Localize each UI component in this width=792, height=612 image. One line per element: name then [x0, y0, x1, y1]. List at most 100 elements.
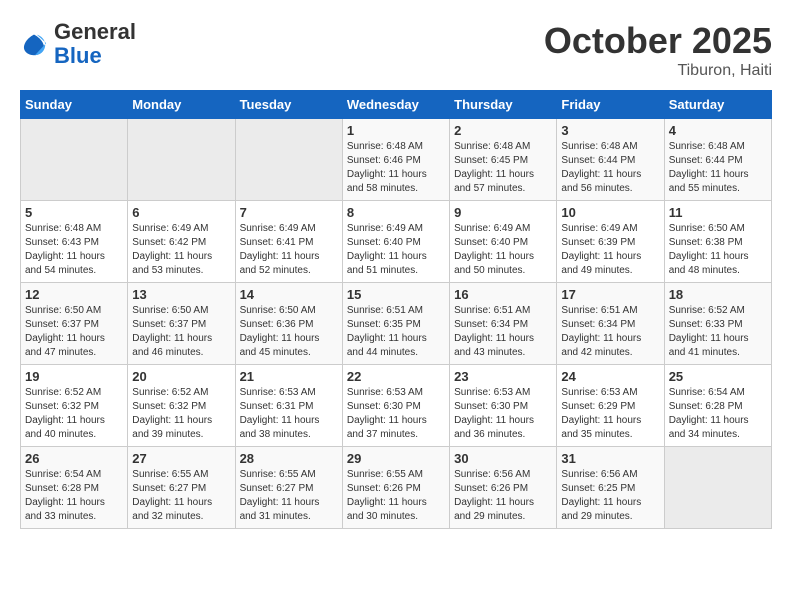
day-info: Sunrise: 6:53 AM Sunset: 6:29 PM Dayligh… [561, 386, 659, 442]
day-info: Sunrise: 6:55 AM Sunset: 6:27 PM Dayligh… [240, 468, 338, 524]
day-info: Sunrise: 6:51 AM Sunset: 6:34 PM Dayligh… [561, 304, 659, 360]
day-number: 17 [561, 287, 659, 302]
day-info: Sunrise: 6:50 AM Sunset: 6:36 PM Dayligh… [240, 304, 338, 360]
day-number: 28 [240, 451, 338, 466]
day-number: 30 [454, 451, 552, 466]
calendar-cell: 3Sunrise: 6:48 AM Sunset: 6:44 PM Daylig… [557, 119, 664, 201]
day-number: 8 [347, 205, 445, 220]
calendar-week-row: 5 Sunrise: 6:48 AM Sunset: 6:43 PM Daylig… [21, 201, 772, 283]
day-number: 23 [454, 369, 552, 384]
day-number: 13 [132, 287, 230, 302]
calendar-cell: 16 Sunrise: 6:51 AM Sunset: 6:34 PM Dayli… [450, 283, 557, 365]
day-info: Sunrise: 6:50 AM Sunset: 6:37 PM Dayligh… [25, 304, 123, 360]
calendar-cell: 17 Sunrise: 6:51 AM Sunset: 6:34 PM Dayli… [557, 283, 664, 365]
day-number: 22 [347, 369, 445, 384]
day-info: Sunrise: 6:54 AM Sunset: 6:28 PM Dayligh… [25, 468, 123, 524]
day-info: Sunrise: 6:51 AM Sunset: 6:34 PM Dayligh… [454, 304, 552, 360]
page-header: General Blue October 2025 Tiburon, Haiti [20, 20, 772, 80]
day-number: 11 [669, 205, 767, 220]
calendar-cell [235, 119, 342, 201]
calendar-cell: 13 Sunrise: 6:50 AM Sunset: 6:37 PM Dayli… [128, 283, 235, 365]
day-info: Sunrise: 6:49 AM Sunset: 6:41 PM Dayligh… [240, 222, 338, 278]
day-number: 9 [454, 205, 552, 220]
day-number: 6 [132, 205, 230, 220]
calendar-cell [664, 447, 771, 529]
day-number: 2 [454, 123, 552, 138]
day-number: 10 [561, 205, 659, 220]
calendar-cell: 5 Sunrise: 6:48 AM Sunset: 6:43 PM Daylig… [21, 201, 128, 283]
logo-blue-text: Blue [54, 43, 102, 68]
calendar-cell: 14 Sunrise: 6:50 AM Sunset: 6:36 PM Dayli… [235, 283, 342, 365]
calendar-cell: 26 Sunrise: 6:54 AM Sunset: 6:28 PM Dayli… [21, 447, 128, 529]
day-info: Sunrise: 6:53 AM Sunset: 6:30 PM Dayligh… [347, 386, 445, 442]
calendar-cell: 19Sunrise: 6:52 AM Sunset: 6:32 PM Dayli… [21, 365, 128, 447]
calendar-cell: 4 Sunrise: 6:48 AM Sunset: 6:44 PM Daylig… [664, 119, 771, 201]
calendar-cell: 9 Sunrise: 6:49 AM Sunset: 6:40 PM Daylig… [450, 201, 557, 283]
day-of-week-header: Saturday [664, 91, 771, 119]
calendar-cell: 11 Sunrise: 6:50 AM Sunset: 6:38 PM Dayli… [664, 201, 771, 283]
calendar-week-row: 1Sunrise: 6:48 AM Sunset: 6:46 PM Daylig… [21, 119, 772, 201]
day-info: Sunrise: 6:55 AM Sunset: 6:27 PM Dayligh… [132, 468, 230, 524]
day-number: 24 [561, 369, 659, 384]
calendar-cell: 20Sunrise: 6:52 AM Sunset: 6:32 PM Dayli… [128, 365, 235, 447]
day-info: Sunrise: 6:53 AM Sunset: 6:31 PM Dayligh… [240, 386, 338, 442]
calendar-cell: 1Sunrise: 6:48 AM Sunset: 6:46 PM Daylig… [342, 119, 449, 201]
day-number: 14 [240, 287, 338, 302]
calendar-cell: 27 Sunrise: 6:55 AM Sunset: 6:27 PM Dayli… [128, 447, 235, 529]
day-info: Sunrise: 6:50 AM Sunset: 6:38 PM Dayligh… [669, 222, 767, 278]
calendar-cell: 12 Sunrise: 6:50 AM Sunset: 6:37 PM Dayli… [21, 283, 128, 365]
calendar-cell: 8Sunrise: 6:49 AM Sunset: 6:40 PM Daylig… [342, 201, 449, 283]
calendar-cell: 28 Sunrise: 6:55 AM Sunset: 6:27 PM Dayli… [235, 447, 342, 529]
calendar-cell: 23 Sunrise: 6:53 AM Sunset: 6:30 PM Dayli… [450, 365, 557, 447]
day-info: Sunrise: 6:49 AM Sunset: 6:40 PM Dayligh… [454, 222, 552, 278]
day-info: Sunrise: 6:48 AM Sunset: 6:43 PM Dayligh… [25, 222, 123, 278]
calendar-table: SundayMondayTuesdayWednesdayThursdayFrid… [20, 90, 772, 529]
day-number: 18 [669, 287, 767, 302]
day-number: 12 [25, 287, 123, 302]
calendar-cell: 24 Sunrise: 6:53 AM Sunset: 6:29 PM Dayli… [557, 365, 664, 447]
calendar-cell: 7 Sunrise: 6:49 AM Sunset: 6:41 PM Daylig… [235, 201, 342, 283]
calendar-header: SundayMondayTuesdayWednesdayThursdayFrid… [21, 91, 772, 119]
calendar-cell: 30 Sunrise: 6:56 AM Sunset: 6:26 PM Dayli… [450, 447, 557, 529]
day-number: 4 [669, 123, 767, 138]
day-number: 29 [347, 451, 445, 466]
header-row: SundayMondayTuesdayWednesdayThursdayFrid… [21, 91, 772, 119]
calendar-cell [21, 119, 128, 201]
calendar-cell: 6Sunrise: 6:49 AM Sunset: 6:42 PM Daylig… [128, 201, 235, 283]
day-number: 7 [240, 205, 338, 220]
calendar-cell [128, 119, 235, 201]
title-block: October 2025 Tiburon, Haiti [544, 20, 772, 80]
day-of-week-header: Sunday [21, 91, 128, 119]
day-of-week-header: Tuesday [235, 91, 342, 119]
calendar-cell: 15 Sunrise: 6:51 AM Sunset: 6:35 PM Dayli… [342, 283, 449, 365]
day-of-week-header: Friday [557, 91, 664, 119]
logo-icon [20, 30, 48, 58]
day-info: Sunrise: 6:54 AM Sunset: 6:28 PM Dayligh… [669, 386, 767, 442]
day-number: 20 [132, 369, 230, 384]
day-number: 15 [347, 287, 445, 302]
calendar-week-row: 19Sunrise: 6:52 AM Sunset: 6:32 PM Dayli… [21, 365, 772, 447]
day-number: 26 [25, 451, 123, 466]
day-number: 19 [25, 369, 123, 384]
day-info: Sunrise: 6:48 AM Sunset: 6:44 PM Dayligh… [561, 140, 659, 196]
calendar-cell: 31Sunrise: 6:56 AM Sunset: 6:25 PM Dayli… [557, 447, 664, 529]
day-info: Sunrise: 6:48 AM Sunset: 6:44 PM Dayligh… [669, 140, 767, 196]
calendar-cell: 21 Sunrise: 6:53 AM Sunset: 6:31 PM Dayli… [235, 365, 342, 447]
calendar-cell: 2Sunrise: 6:48 AM Sunset: 6:45 PM Daylig… [450, 119, 557, 201]
day-number: 27 [132, 451, 230, 466]
logo-general-text: General [54, 19, 136, 44]
calendar-week-row: 26 Sunrise: 6:54 AM Sunset: 6:28 PM Dayli… [21, 447, 772, 529]
day-info: Sunrise: 6:55 AM Sunset: 6:26 PM Dayligh… [347, 468, 445, 524]
day-info: Sunrise: 6:50 AM Sunset: 6:37 PM Dayligh… [132, 304, 230, 360]
day-of-week-header: Thursday [450, 91, 557, 119]
day-info: Sunrise: 6:52 AM Sunset: 6:33 PM Dayligh… [669, 304, 767, 360]
calendar-cell: 25Sunrise: 6:54 AM Sunset: 6:28 PM Dayli… [664, 365, 771, 447]
day-of-week-header: Monday [128, 91, 235, 119]
day-number: 5 [25, 205, 123, 220]
day-info: Sunrise: 6:56 AM Sunset: 6:26 PM Dayligh… [454, 468, 552, 524]
day-info: Sunrise: 6:53 AM Sunset: 6:30 PM Dayligh… [454, 386, 552, 442]
day-number: 21 [240, 369, 338, 384]
day-info: Sunrise: 6:51 AM Sunset: 6:35 PM Dayligh… [347, 304, 445, 360]
day-info: Sunrise: 6:56 AM Sunset: 6:25 PM Dayligh… [561, 468, 659, 524]
day-number: 16 [454, 287, 552, 302]
